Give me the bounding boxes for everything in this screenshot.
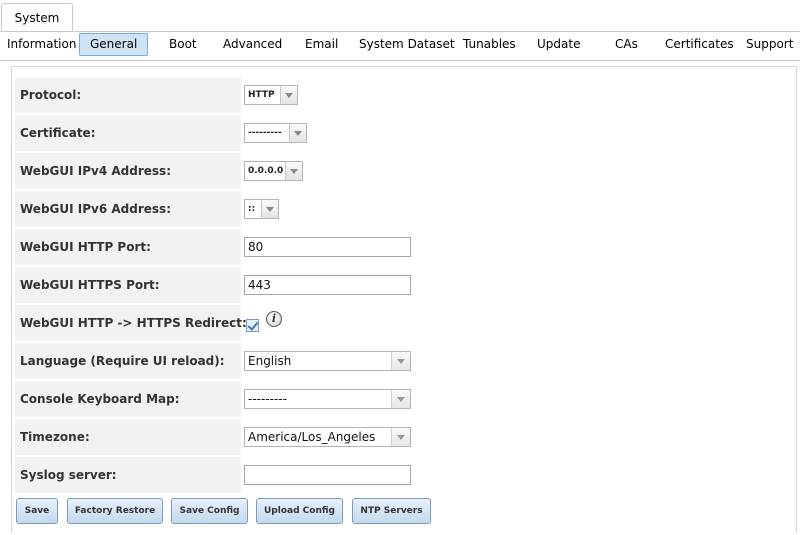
chevron-down-icon xyxy=(391,352,410,370)
ipv6-value: :: xyxy=(248,204,256,214)
timezone-value: America/Los_Angeles xyxy=(248,430,376,444)
tab-system[interactable]: System xyxy=(1,3,73,31)
row-syslog: Syslog server: xyxy=(15,457,795,493)
ipv4-select[interactable]: 0.0.0.0 xyxy=(244,161,303,181)
row-redirect: WebGUI HTTP -> HTTPS Redirect: i xyxy=(15,305,795,341)
tab-email[interactable]: Email xyxy=(305,33,338,55)
chevron-down-icon xyxy=(261,200,278,218)
row-ipv6: WebGUI IPv6 Address: :: xyxy=(15,191,795,227)
general-settings-panel: Protocol: HTTP Certificate: --------- We… xyxy=(11,66,797,533)
certificate-value: --------- xyxy=(248,128,282,138)
tab-tunables[interactable]: Tunables xyxy=(463,33,516,55)
protocol-value: HTTP xyxy=(248,90,275,100)
tab-advanced[interactable]: Advanced xyxy=(223,33,282,55)
syslog-label: Syslog server: xyxy=(15,457,241,493)
ipv4-label: WebGUI IPv4 Address: xyxy=(15,153,241,189)
factory-restore-button[interactable]: Factory Restore xyxy=(67,498,163,524)
tab-general[interactable]: General xyxy=(79,33,149,56)
tab-support[interactable]: Support xyxy=(746,33,793,55)
protocol-select[interactable]: HTTP xyxy=(244,85,298,105)
ntp-servers-button[interactable]: NTP Servers xyxy=(352,498,431,524)
redirect-checkbox[interactable] xyxy=(246,319,259,332)
tab-boot[interactable]: Boot xyxy=(169,33,197,55)
timezone-select[interactable]: America/Los_Angeles xyxy=(244,427,411,447)
chevron-down-icon xyxy=(391,390,410,408)
ipv6-label: WebGUI IPv6 Address: xyxy=(15,191,241,227)
http-port-label: WebGUI HTTP Port: xyxy=(15,229,241,265)
language-value: English xyxy=(248,354,292,368)
chevron-down-icon xyxy=(391,428,410,446)
ipv4-value: 0.0.0.0 xyxy=(248,166,284,176)
row-certificate: Certificate: --------- xyxy=(15,115,795,151)
row-timezone: Timezone: America/Los_Angeles xyxy=(15,419,795,455)
certificate-label: Certificate: xyxy=(15,115,241,151)
language-label: Language (Require UI reload): xyxy=(15,343,241,379)
tab-cas[interactable]: CAs xyxy=(615,33,638,55)
tab-information[interactable]: Information xyxy=(7,33,76,55)
http-port-input[interactable]: 80 xyxy=(244,237,411,257)
upload-config-button[interactable]: Upload Config xyxy=(256,498,343,524)
row-keymap: Console Keyboard Map: --------- xyxy=(15,381,795,417)
save-button[interactable]: Save xyxy=(16,498,58,524)
tab-update[interactable]: Update xyxy=(537,33,580,55)
keymap-label: Console Keyboard Map: xyxy=(15,381,241,417)
keymap-select[interactable]: --------- xyxy=(244,389,411,409)
chevron-down-icon xyxy=(285,162,302,180)
https-port-label: WebGUI HTTPS Port: xyxy=(15,267,241,303)
https-port-input[interactable]: 443 xyxy=(244,275,411,295)
tab-certificates[interactable]: Certificates xyxy=(665,33,734,55)
timezone-label: Timezone: xyxy=(15,419,241,455)
save-config-button[interactable]: Save Config xyxy=(171,498,248,524)
row-ipv4: WebGUI IPv4 Address: 0.0.0.0 xyxy=(15,153,795,189)
keymap-value: --------- xyxy=(248,392,287,406)
tab-system-dataset[interactable]: System Dataset xyxy=(359,33,455,55)
language-select[interactable]: English xyxy=(244,351,411,371)
row-http-port: WebGUI HTTP Port: 80 xyxy=(15,229,795,265)
row-https-port: WebGUI HTTPS Port: 443 xyxy=(15,267,795,303)
redirect-label: WebGUI HTTP -> HTTPS Redirect: xyxy=(15,305,247,341)
chevron-down-icon xyxy=(280,86,297,104)
ipv6-select[interactable]: :: xyxy=(244,199,279,219)
row-language: Language (Require UI reload): English xyxy=(15,343,795,379)
protocol-label: Protocol: xyxy=(15,77,241,113)
row-protocol: Protocol: HTTP xyxy=(15,77,795,113)
syslog-input[interactable] xyxy=(244,465,411,485)
top-tab-strip: System xyxy=(0,0,800,32)
chevron-down-icon xyxy=(289,124,306,142)
subtab-bar: Information General Boot Advanced Email … xyxy=(0,31,800,61)
certificate-select[interactable]: --------- xyxy=(244,123,307,143)
info-icon[interactable]: i xyxy=(266,311,282,327)
